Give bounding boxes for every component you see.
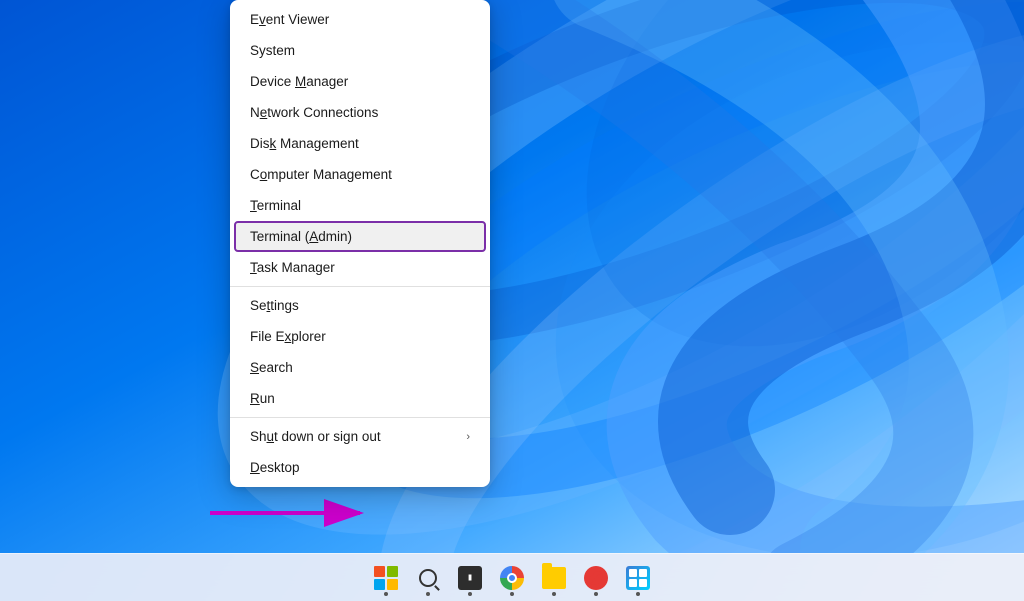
- folder-icon: [542, 567, 566, 589]
- grid-cell: [639, 579, 647, 587]
- desktop: Event Viewer System Device Manager Netwo…: [0, 0, 1024, 601]
- menu-item-label: File Explorer: [250, 329, 326, 344]
- menu-separator-2: [230, 417, 490, 418]
- taskbar-chrome-button[interactable]: [492, 558, 532, 598]
- menu-item-terminal-admin[interactable]: Terminal (Admin): [234, 221, 486, 252]
- menu-item-file-explorer[interactable]: File Explorer: [230, 321, 490, 352]
- taskbar-active-dot: [594, 592, 598, 596]
- menu-item-label: Computer Management: [250, 167, 392, 182]
- menu-item-label: Run: [250, 391, 275, 406]
- chrome-inner: [507, 573, 517, 583]
- menu-item-label: Disk Management: [250, 136, 359, 151]
- menu-item-computer-management[interactable]: Computer Management: [230, 159, 490, 190]
- menu-item-task-manager[interactable]: Task Manager: [230, 252, 490, 283]
- terminal-icon: ▮: [458, 566, 482, 590]
- context-menu: Event Viewer System Device Manager Netwo…: [230, 0, 490, 487]
- menu-item-label: Network Connections: [250, 105, 378, 120]
- submenu-arrow-icon: ›: [466, 431, 470, 443]
- taskbar-app-button-1[interactable]: 💋: [576, 558, 616, 598]
- grid-icon: [626, 566, 650, 590]
- taskbar-active-dot: [426, 592, 430, 596]
- taskbar-active-dot: [384, 592, 388, 596]
- menu-item-label: Device Manager: [250, 74, 348, 89]
- menu-item-label: Terminal: [250, 198, 301, 213]
- menu-item-shutdown[interactable]: Shut down or sign out ›: [230, 421, 490, 452]
- windows-logo-icon: [374, 566, 398, 590]
- grid-cell: [629, 569, 637, 577]
- menu-item-terminal[interactable]: Terminal: [230, 190, 490, 221]
- taskbar-active-dot: [510, 592, 514, 596]
- grid-cell: [639, 569, 647, 577]
- menu-item-desktop[interactable]: Desktop: [230, 452, 490, 483]
- taskbar-icon-group: ▮ 💋: [366, 558, 658, 598]
- menu-item-network-connections[interactable]: Network Connections: [230, 97, 490, 128]
- menu-item-disk-management[interactable]: Disk Management: [230, 128, 490, 159]
- menu-item-label: System: [250, 43, 295, 58]
- taskbar-terminal-button[interactable]: ▮: [450, 558, 490, 598]
- menu-item-label: Settings: [250, 298, 299, 313]
- start-button[interactable]: [366, 558, 406, 598]
- menu-item-search[interactable]: Search: [230, 352, 490, 383]
- taskbar: ▮ 💋: [0, 553, 1024, 601]
- menu-item-label: Event Viewer: [250, 12, 329, 27]
- red-circle-icon: 💋: [584, 566, 608, 590]
- taskbar-search-button[interactable]: [408, 558, 448, 598]
- menu-separator-1: [230, 286, 490, 287]
- taskbar-app-button-2[interactable]: [618, 558, 658, 598]
- search-icon: [419, 569, 437, 587]
- menu-item-settings[interactable]: Settings: [230, 290, 490, 321]
- menu-item-event-viewer[interactable]: Event Viewer: [230, 4, 490, 35]
- taskbar-active-dot: [636, 592, 640, 596]
- taskbar-active-dot: [552, 592, 556, 596]
- grid-cell: [629, 579, 637, 587]
- menu-item-label: Shut down or sign out: [250, 429, 381, 444]
- chrome-icon: [500, 566, 524, 590]
- menu-item-system[interactable]: System: [230, 35, 490, 66]
- menu-item-label: Search: [250, 360, 293, 375]
- menu-item-run[interactable]: Run: [230, 383, 490, 414]
- menu-item-label: Terminal (Admin): [250, 229, 352, 244]
- menu-item-label: Task Manager: [250, 260, 335, 275]
- taskbar-file-explorer-button[interactable]: [534, 558, 574, 598]
- arrow-annotation: [200, 488, 380, 543]
- taskbar-active-dot: [468, 592, 472, 596]
- menu-item-label: Desktop: [250, 460, 300, 475]
- menu-item-device-manager[interactable]: Device Manager: [230, 66, 490, 97]
